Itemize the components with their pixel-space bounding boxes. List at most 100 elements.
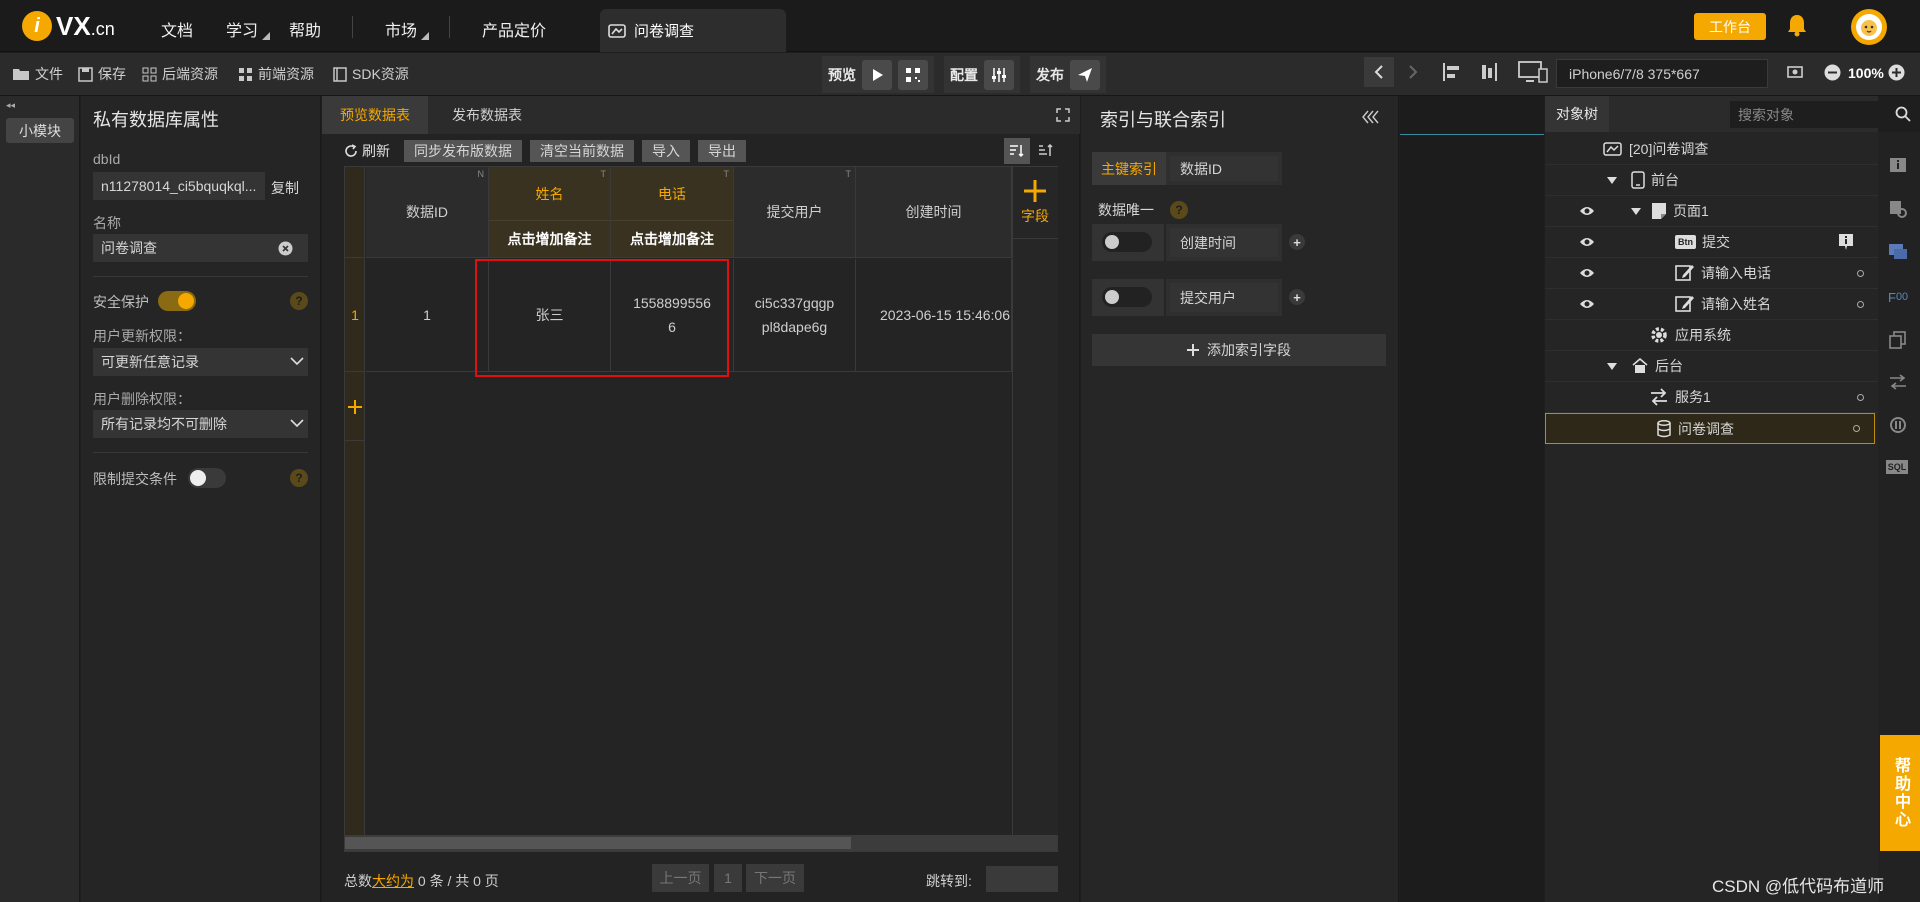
unique-toggle[interactable]	[1102, 232, 1152, 252]
refresh-button[interactable]: 刷新	[344, 141, 396, 161]
add-note-button[interactable]: 点击增加备注	[611, 221, 733, 257]
copy-panel-icon[interactable]	[1886, 328, 1910, 352]
tab-publish-data[interactable]: 发布数据表	[434, 96, 540, 134]
add-row-button[interactable]	[345, 373, 365, 441]
nav-help[interactable]: 帮助	[289, 17, 321, 41]
next-page-button[interactable]: 下一页	[746, 864, 804, 892]
tab-preview-data[interactable]: 预览数据表	[322, 96, 428, 134]
jump-to-input[interactable]	[986, 866, 1058, 892]
unique-toggle[interactable]	[1102, 287, 1152, 307]
help-icon[interactable]: ?	[290, 469, 308, 487]
table-cell[interactable]: 2023-06-15 15:46:06	[856, 259, 1012, 372]
sync-publish-data-button[interactable]: 同步发布版数据	[404, 140, 522, 162]
dbid-field[interactable]: n11278014_ci5bquqkql...	[93, 172, 265, 200]
primary-key-field[interactable]: 数据ID	[1166, 152, 1282, 185]
search-icon[interactable]	[1895, 106, 1911, 122]
zoom-in-button[interactable]	[1888, 64, 1905, 81]
nav-docs[interactable]: 文档	[161, 17, 193, 41]
update-permission-select[interactable]: 可更新任意记录	[93, 348, 308, 376]
add-index-plus-button[interactable]: +	[1289, 289, 1305, 305]
eye-icon[interactable]	[1579, 205, 1595, 217]
canvas-area[interactable]	[1400, 96, 1544, 902]
forward-button[interactable]	[1398, 57, 1428, 87]
clear-icon[interactable]	[278, 241, 293, 256]
nav-pricing[interactable]: 产品定价	[482, 17, 546, 41]
eye-icon[interactable]	[1579, 267, 1595, 279]
index-field[interactable]: 提交用户	[1166, 279, 1282, 316]
ivx-logo[interactable]: i VX.cn	[22, 9, 115, 43]
help-icon[interactable]: ?	[1170, 201, 1188, 219]
column-header-data-id[interactable]: N 数据ID	[366, 167, 489, 258]
device-monitor-icon[interactable]	[1518, 60, 1548, 84]
tree-item-submit[interactable]: Btn 提交	[1545, 227, 1878, 258]
scrollbar-thumb[interactable]	[345, 837, 851, 849]
frontend-resources-button[interactable]: 前端资源	[238, 64, 314, 84]
expand-caret-icon[interactable]	[1607, 362, 1617, 370]
column-header-create-time[interactable]: 创建时间	[856, 167, 1012, 258]
import-button[interactable]: 导入	[642, 140, 690, 162]
name-field[interactable]: 问卷调查	[93, 234, 308, 262]
document-tab[interactable]: 问卷调查	[600, 9, 786, 52]
info-panel-icon[interactable]	[1886, 154, 1910, 178]
eye-icon[interactable]	[1579, 236, 1595, 248]
info-icon[interactable]	[1838, 233, 1854, 251]
tree-item-frontend[interactable]: 前台	[1545, 165, 1878, 196]
zoom-out-button[interactable]	[1824, 64, 1841, 81]
align-left-icon[interactable]	[1442, 62, 1462, 82]
add-field-button[interactable]: 字段	[1012, 167, 1058, 239]
eye-icon[interactable]	[1579, 298, 1595, 310]
collapse-panel-icon[interactable]	[1362, 110, 1380, 124]
copy-button[interactable]: 复制	[271, 178, 299, 198]
add-index-field-button[interactable]: 添加索引字段	[1092, 334, 1386, 366]
index-field[interactable]: 创建时间	[1166, 224, 1282, 261]
bell-icon[interactable]	[1786, 13, 1808, 37]
function-panel-icon[interactable]: F 00	[1886, 285, 1910, 309]
table-cell[interactable]: ci5c337gqgppl8dape6g	[734, 259, 856, 372]
tree-item-page1[interactable]: 页面1	[1545, 196, 1878, 227]
tree-item-app-system[interactable]: 应用系统	[1545, 320, 1878, 351]
tree-item-service1[interactable]: 服务1	[1545, 382, 1878, 413]
align-vertical-icon[interactable]	[1478, 62, 1498, 82]
swap-panel-icon[interactable]	[1886, 370, 1910, 394]
tab-object-tree[interactable]: 对象树	[1545, 96, 1609, 132]
prev-page-button[interactable]: 上一页	[652, 864, 709, 892]
expand-caret-icon[interactable]	[1631, 207, 1641, 215]
collapse-arrows-icon[interactable]: ◂◂	[6, 100, 15, 111]
qr-preview-button[interactable]	[898, 59, 928, 90]
sdk-resources-button[interactable]: SDK资源	[333, 64, 409, 84]
approx-link[interactable]: 大约为	[372, 873, 414, 889]
page-number[interactable]: 1	[714, 864, 742, 892]
nav-market[interactable]: 市场	[385, 17, 417, 41]
reference-panel-icon[interactable]	[1886, 413, 1910, 437]
tree-item-phone-input[interactable]: 请输入电话	[1545, 258, 1878, 289]
workbench-button[interactable]: 工作台	[1694, 13, 1766, 40]
sql-panel-icon[interactable]: SQL	[1886, 460, 1908, 474]
backend-resources-button[interactable]: 后端资源	[142, 64, 218, 84]
config-button[interactable]	[984, 59, 1014, 90]
clear-data-button[interactable]: 清空当前数据	[530, 140, 634, 162]
screenshot-icon[interactable]	[1786, 63, 1804, 81]
limit-submit-toggle[interactable]	[188, 468, 226, 488]
help-icon[interactable]: ?	[290, 292, 308, 310]
save-button[interactable]: 保存	[78, 64, 126, 84]
device-select[interactable]: iPhone6/7/8 375*667	[1556, 59, 1768, 88]
tree-item-name-input[interactable]: 请输入姓名	[1545, 289, 1878, 320]
table-cell[interactable]: 1	[366, 259, 489, 372]
back-button[interactable]	[1364, 57, 1394, 87]
expand-caret-icon[interactable]	[1607, 176, 1617, 184]
mini-module-button[interactable]: 小模块	[6, 118, 74, 143]
settings-panel-icon[interactable]	[1886, 197, 1910, 221]
export-button[interactable]: 导出	[698, 140, 746, 162]
delete-permission-select[interactable]: 所有记录均不可删除	[93, 410, 308, 438]
add-index-plus-button[interactable]: +	[1289, 234, 1305, 250]
column-header-phone[interactable]: T 电话 点击增加备注	[611, 167, 734, 258]
tree-search-input[interactable]: 搜索对象	[1730, 101, 1890, 128]
sort-desc-button[interactable]	[1004, 138, 1030, 164]
avatar[interactable]	[1851, 9, 1887, 45]
sort-asc-button[interactable]	[1034, 138, 1058, 164]
add-note-button[interactable]: 点击增加备注	[489, 221, 610, 257]
column-header-submit-user[interactable]: T 提交用户	[734, 167, 856, 258]
expand-icon[interactable]	[1056, 108, 1070, 122]
publish-button[interactable]	[1070, 59, 1100, 90]
tree-item-backend[interactable]: 后台	[1545, 351, 1878, 382]
